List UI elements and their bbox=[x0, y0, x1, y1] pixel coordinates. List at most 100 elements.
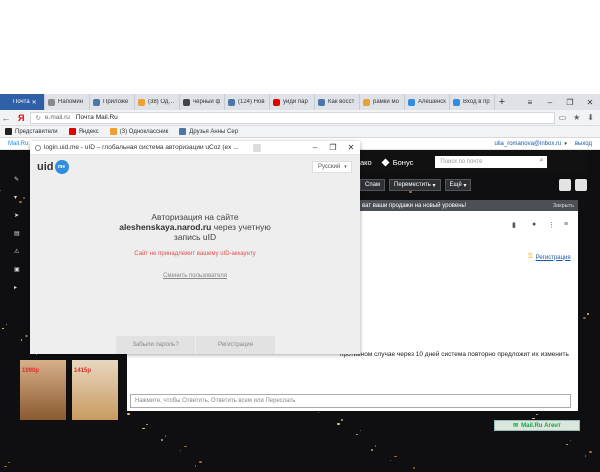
minimize-button[interactable]: – bbox=[540, 94, 560, 110]
browser-tab[interactable]: Алешенск bbox=[405, 94, 450, 110]
tab-label: рамки мо bbox=[373, 99, 399, 105]
close-window-button[interactable]: ✕ bbox=[580, 94, 600, 110]
trash-icon[interactable]: ▣ bbox=[14, 266, 24, 273]
sent-icon[interactable]: ➤ bbox=[14, 212, 24, 219]
yandex-logo[interactable]: Я bbox=[18, 113, 24, 123]
browser-tab[interactable]: чёрный ф bbox=[180, 94, 225, 110]
forgot-password-button[interactable]: Забыли пароль? bbox=[116, 336, 196, 354]
downloads-icon[interactable]: ⬇ bbox=[587, 113, 594, 122]
more-button[interactable]: Ещё ▾ bbox=[444, 179, 472, 191]
error-message: Сайт не принадлежит вашему uID-аккаунту bbox=[134, 251, 256, 257]
auth-title-line2: через учетную bbox=[213, 222, 271, 232]
warning-line: противном случае через 10 дней система п… bbox=[340, 351, 569, 358]
bookmark-item[interactable]: (3) Одноклассник bbox=[109, 128, 168, 135]
address-bar[interactable]: ↻ e.mail.ru Почта Mail.Ru bbox=[30, 111, 555, 124]
tab-label: Алешенск bbox=[418, 99, 446, 105]
tab-label: Как восст bbox=[328, 99, 355, 105]
tab-label: Почта bbox=[13, 99, 30, 105]
browser-tab[interactable]: Приложе bbox=[90, 94, 135, 110]
ad-banner[interactable]: 1090р 1415р bbox=[20, 352, 120, 432]
reply-placeholder: Нажмите, чтобы Ответить, Ответить всем и… bbox=[135, 398, 296, 404]
chevron-down-icon[interactable]: ▾ bbox=[564, 141, 567, 147]
more-folders-icon[interactable]: ▸ bbox=[14, 284, 24, 291]
bookmark-item[interactable]: Друзья Анны Сер bbox=[179, 128, 238, 135]
bookmark-star-icon[interactable]: ★ bbox=[573, 113, 580, 122]
bookmark-label: Яндекс bbox=[78, 128, 99, 135]
theme-icon[interactable] bbox=[559, 179, 571, 191]
bookmark-item[interactable]: Яндекс bbox=[68, 128, 99, 135]
folder-rail: ✎ ▾ ➤ ▤ ⚠ ▣ ▸ bbox=[14, 176, 24, 296]
city-light bbox=[142, 428, 145, 429]
layout-icon[interactable] bbox=[575, 179, 587, 191]
mail-toolbar: Спам Переместить ▾ Ещё ▾ bbox=[360, 178, 587, 192]
flag-icon[interactable]: ▮ bbox=[512, 221, 516, 229]
ad-image-coat[interactable]: 1090р bbox=[20, 360, 66, 420]
browser-tab[interactable]: рамки мо bbox=[360, 94, 405, 110]
popup-minimize-button[interactable]: – bbox=[306, 143, 324, 152]
browser-tab[interactable]: Вход в пр bbox=[450, 94, 495, 110]
uid-logo-text: uid bbox=[37, 161, 54, 173]
address-actions: ▭ ★ ⬇ bbox=[559, 113, 600, 122]
list-icon[interactable]: ≡ bbox=[564, 221, 568, 228]
city-light bbox=[566, 444, 568, 445]
city-light bbox=[184, 446, 187, 447]
menu-more-icon[interactable]: ⋮ bbox=[548, 221, 555, 229]
popup-body: uid me Русский ▾ Авторизация на сайте al… bbox=[30, 155, 360, 354]
search-placeholder: Поиск по почте bbox=[440, 159, 483, 165]
bookmark-item[interactable]: Представители bbox=[5, 128, 58, 135]
bonus-link[interactable]: Бонус bbox=[393, 158, 414, 167]
popup-page-icon[interactable] bbox=[252, 143, 261, 152]
tab-favicon-icon bbox=[318, 98, 325, 106]
spam-icon[interactable]: ⚠ bbox=[14, 248, 24, 255]
tab-label: Вход в пр bbox=[463, 99, 490, 105]
mailru-logo[interactable]: Mail.Ru bbox=[8, 141, 28, 147]
tab-favicon-icon bbox=[408, 98, 415, 106]
extension-icon[interactable]: ▭ bbox=[559, 113, 567, 122]
popup-close-button[interactable]: ✕ bbox=[342, 143, 360, 152]
notice-close-button[interactable]: Закрыть bbox=[553, 203, 578, 209]
maximize-button[interactable]: ❐ bbox=[560, 94, 580, 110]
switch-user-link[interactable]: Сменить пользователя bbox=[30, 273, 360, 279]
city-light bbox=[146, 424, 148, 425]
spam-button[interactable]: Спам bbox=[360, 179, 386, 191]
menu-icon[interactable]: ≡ bbox=[520, 94, 540, 110]
auth-title-line3: запись uID bbox=[173, 232, 217, 242]
browser-tab[interactable]: уйди пар bbox=[270, 94, 315, 110]
reload-icon[interactable]: ↻ bbox=[35, 114, 40, 122]
register-link[interactable]: ⚿ Регистрация bbox=[528, 254, 571, 261]
logout-link[interactable]: выход bbox=[575, 141, 592, 147]
popup-window-controls: – ❐ ✕ bbox=[306, 143, 360, 152]
browser-tab[interactable]: Почта ✕ bbox=[0, 94, 45, 110]
city-light bbox=[371, 449, 373, 451]
header-fragment[interactable]: ако bbox=[360, 158, 372, 167]
browser-tab[interactable]: (124) Нов bbox=[225, 94, 270, 110]
compose-icon[interactable]: ✎ bbox=[14, 176, 24, 183]
ad-image-scarf[interactable]: 1415р bbox=[72, 360, 118, 420]
user-email[interactable]: ulia_romanova@inbox.ru bbox=[495, 141, 562, 147]
browser-tab[interactable]: (38) Однок bbox=[135, 94, 180, 110]
tab-favicon-icon bbox=[453, 98, 460, 106]
move-button[interactable]: Переместить ▾ bbox=[389, 179, 441, 191]
inbox-icon[interactable]: ▾ bbox=[14, 194, 24, 201]
drafts-icon[interactable]: ▤ bbox=[14, 230, 24, 237]
bookmark-favicon-icon bbox=[179, 128, 187, 135]
tab-favicon-icon bbox=[183, 98, 190, 106]
mail-search-input[interactable]: Поиск по почте ⌕ bbox=[435, 156, 548, 168]
read-dot-icon[interactable]: ● bbox=[532, 221, 536, 228]
browser-tab[interactable]: Напомин bbox=[45, 94, 90, 110]
popup-maximize-button[interactable]: ❐ bbox=[324, 143, 342, 152]
city-light bbox=[127, 413, 130, 415]
quick-reply-input[interactable]: Нажмите, чтобы Ответить, Ответить всем и… bbox=[130, 394, 571, 408]
city-light bbox=[0, 190, 1, 191]
browser-tab[interactable]: Как восст bbox=[315, 94, 360, 110]
ad-price: 1415р bbox=[74, 368, 92, 374]
back-button[interactable]: ← bbox=[0, 113, 12, 123]
tab-close-icon[interactable]: ✕ bbox=[32, 99, 37, 106]
tabs-container: Почта ✕ Напомин Приложе (38) Однок чёрный ф (1… bbox=[0, 94, 495, 110]
search-icon[interactable]: ⌕ bbox=[539, 157, 543, 165]
popup-page-title: uID – глобальная система авторизации uCo… bbox=[84, 144, 239, 151]
new-tab-button[interactable]: + bbox=[495, 94, 509, 110]
register-button[interactable]: Регистрация bbox=[196, 336, 276, 354]
mailru-agent-button[interactable]: ✉ Mail.Ru Агент bbox=[494, 420, 580, 431]
language-select[interactable]: Русский ▾ bbox=[312, 161, 352, 173]
